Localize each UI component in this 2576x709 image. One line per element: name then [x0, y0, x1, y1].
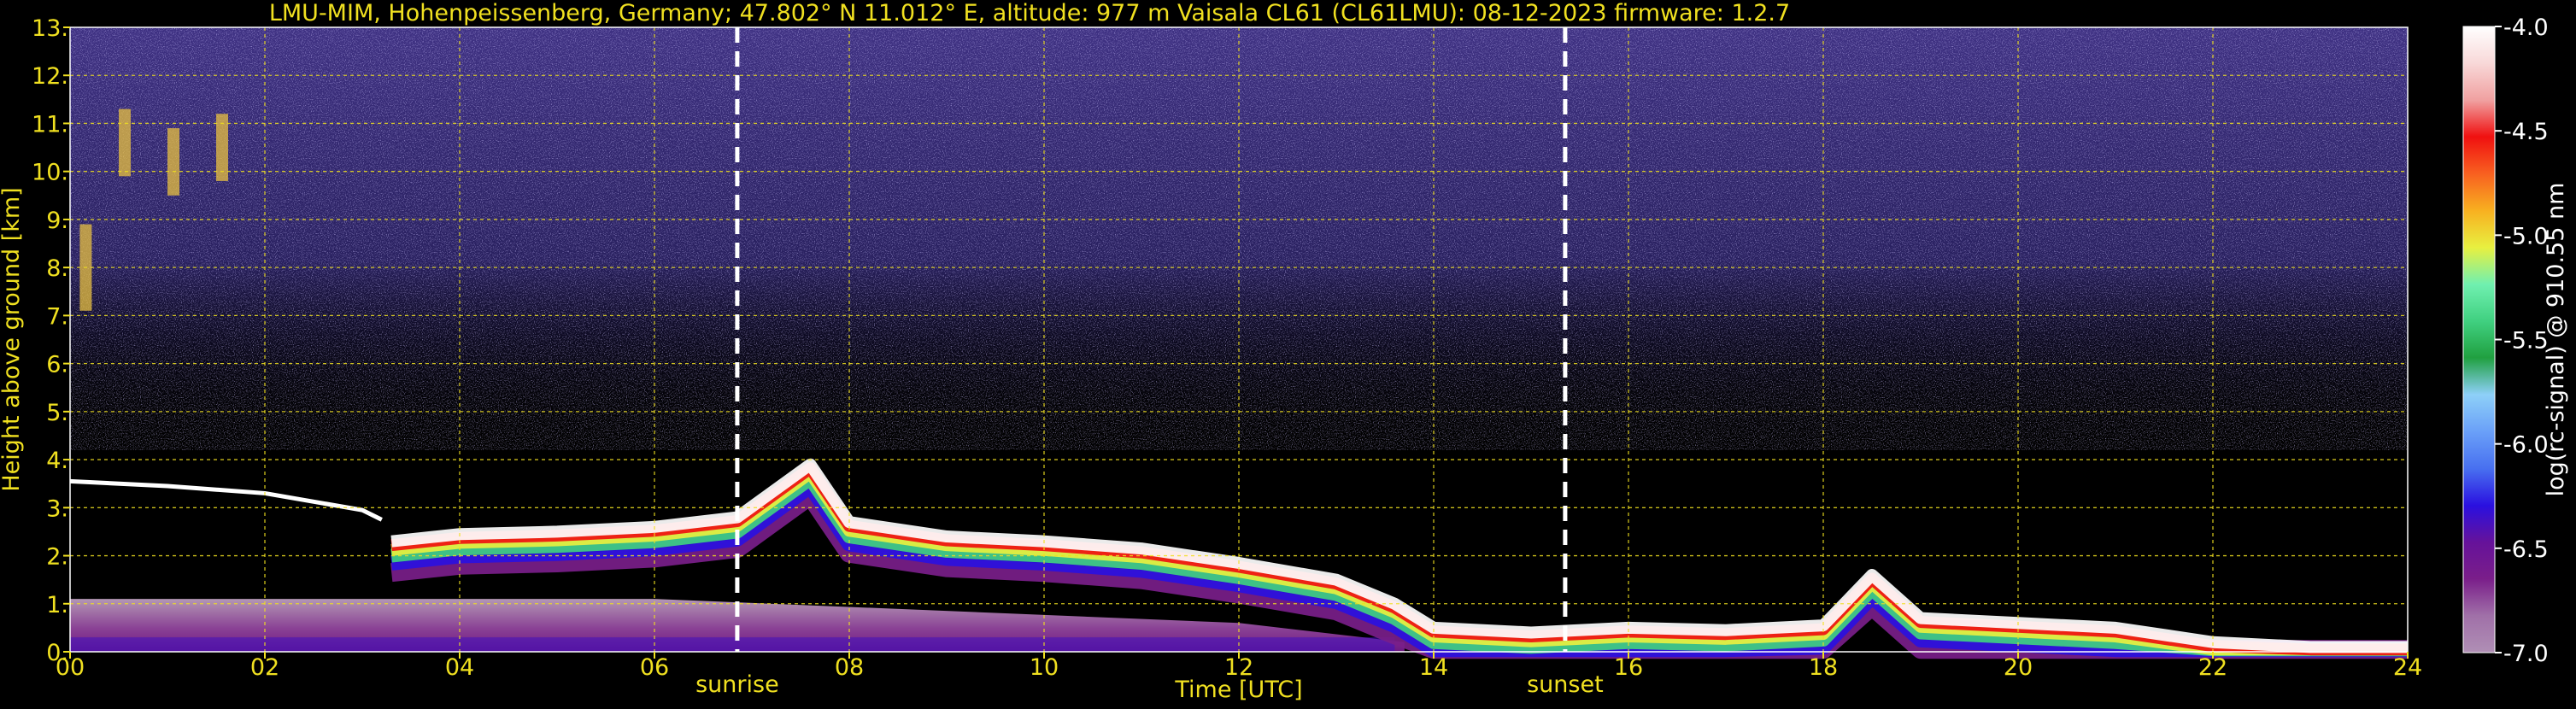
y-tick-label: 5.	[46, 400, 68, 426]
y-tick-label: 2.	[46, 544, 68, 571]
colorbar-tick-label: -6.5	[2503, 536, 2549, 563]
x-tick-label: 20	[2004, 654, 2033, 681]
x-tick-label: 02	[250, 654, 279, 681]
cirrus-streak	[119, 108, 131, 177]
y-tick-label: 4.	[46, 448, 68, 474]
x-tick-label: 08	[835, 654, 864, 681]
chart-svg: LMU-MIM, Hohenpeissenberg, Germany; 47.8…	[0, 0, 2569, 703]
x-tick-label: 18	[1809, 654, 1838, 681]
cirrus-streak	[167, 128, 179, 196]
surface-blue-band	[70, 637, 1395, 652]
colorbar-label: log(rc-signal) @ 910.55 nm	[2543, 183, 2569, 497]
y-tick-label: 12.	[32, 63, 68, 90]
x-axis-label: Time [UTC]	[1174, 677, 1302, 703]
chart-title: LMU-MIM, Hohenpeissenberg, Germany; 47.8…	[269, 0, 1790, 26]
sunset-label: sunset	[1527, 671, 1604, 698]
x-tick-label: 10	[1030, 654, 1059, 681]
y-tick-label: 8.	[46, 255, 68, 282]
colorbar-tick-label: -5.0	[2503, 223, 2549, 249]
y-tick-label: 9.	[46, 208, 68, 234]
colorbar-tick-label: -4.0	[2503, 15, 2549, 41]
x-tick-label: 22	[2198, 654, 2227, 681]
y-tick-label: 13.	[32, 15, 68, 42]
y-tick-label: 11.	[32, 111, 68, 138]
colorbar-tick-label: -4.5	[2503, 119, 2549, 145]
y-tick-label: 6.	[46, 352, 68, 378]
colorbar-tick-label: -5.5	[2503, 328, 2549, 354]
colorbar	[2462, 26, 2496, 653]
x-tick-label: 16	[1614, 654, 1643, 681]
sunrise-label: sunrise	[695, 671, 779, 698]
y-tick-label: 0.	[46, 640, 68, 666]
colorbar-tick-label: -7.0	[2503, 641, 2549, 667]
y-axis-label: Height above ground [km]	[0, 187, 25, 491]
colorbar-tick-label: -6.0	[2503, 432, 2549, 459]
lidar-chart: LMU-MIM, Hohenpeissenberg, Germany; 47.8…	[0, 0, 2576, 706]
y-tick-label: 3.	[46, 495, 68, 522]
y-tick-label: 10.	[32, 160, 68, 186]
x-tick-label: 06	[640, 654, 669, 681]
x-tick-label: 04	[445, 654, 474, 681]
x-tick-label: 14	[1419, 654, 1448, 681]
x-tick-label: 24	[2393, 654, 2422, 681]
y-tick-label: 7.	[46, 303, 68, 330]
y-tick-label: 1.	[46, 592, 68, 618]
